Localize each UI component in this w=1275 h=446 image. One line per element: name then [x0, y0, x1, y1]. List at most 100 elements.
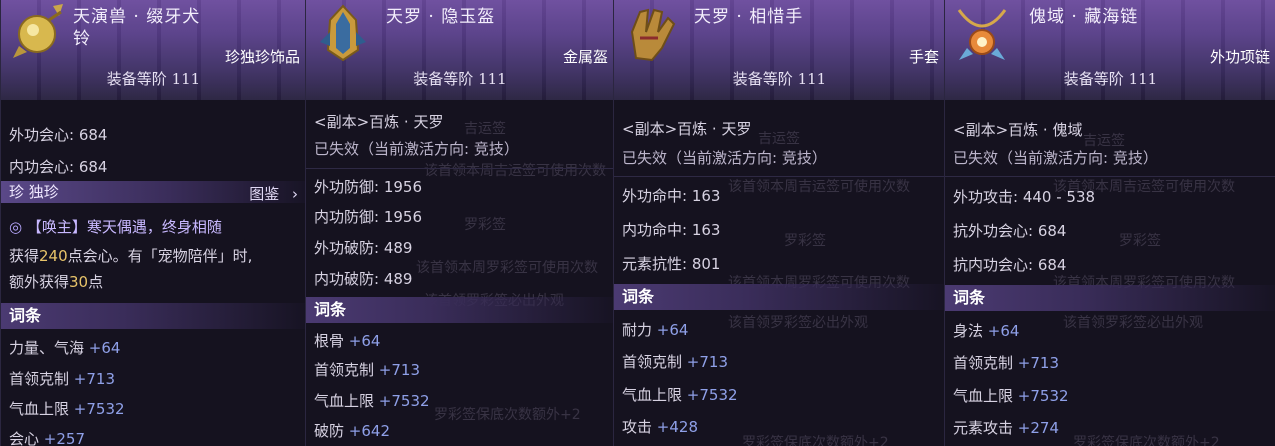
effect-title-line: ◎ 【唤主】寒天偶遇，终身相随 [9, 216, 222, 237]
affix-name: 首领克制 [622, 353, 683, 371]
bg-watermark: 罗彩签 [464, 217, 506, 233]
bg-watermark: 该首领罗彩签必出外观 [728, 315, 868, 331]
stat-line: 抗内功会心: 684 [953, 256, 1067, 274]
affix-row: 力量、气海 +64 [9, 337, 120, 358]
item-tooltip-gloves: 天罗 · 相惜手 手套 装备等阶 111 吉运签 该首领本周吉运签可使用次数 罗… [613, 0, 945, 446]
affix-value: +428 [656, 418, 698, 436]
bg-watermark: 该首领罗彩签必出外观 [1063, 315, 1203, 331]
affix-row: 首领克制 +713 [9, 368, 115, 389]
affix-value: +642 [348, 422, 390, 440]
bg-watermark: 罗彩签保底次数额外+2 [434, 407, 581, 423]
item-name-line2: 铃 [73, 29, 91, 49]
item-type: 手套 [908, 48, 939, 66]
effect-desc-line2: 额外获得30点 [9, 271, 103, 292]
arrow-right-icon: › [292, 185, 298, 203]
effect-title: 【唤主】寒天偶遇，终身相随 [26, 218, 222, 236]
item-name: 天罗 · 相惜手 [694, 7, 804, 27]
affix-value: +7532 [73, 400, 125, 418]
stat-line: 外功破防: 489 [314, 239, 413, 257]
affix-name: 首领克制 [314, 361, 375, 379]
affix-value: +64 [987, 322, 1020, 340]
affix-value: +713 [1017, 354, 1059, 372]
item-type: 珍独珍饰品 [224, 48, 300, 66]
bell-pendant-icon [9, 2, 67, 64]
affix-row: 攻击 +428 [622, 416, 698, 437]
affix-value: +713 [686, 353, 728, 371]
affix-row: 气血上限 +7532 [9, 398, 125, 419]
stat-line: 外功命中: 163 [622, 187, 721, 205]
affix-row: 首领克制 +713 [622, 351, 728, 372]
bg-watermark: 吉运签 [758, 131, 800, 147]
affix-row: 首领克制 +713 [314, 359, 420, 380]
affix-name: 气血上限 [953, 387, 1014, 405]
divider [614, 176, 945, 177]
affix-value: +713 [378, 361, 420, 379]
bg-watermark: 罗彩签保底次数额外+2 [742, 435, 889, 446]
affix-row: 元素攻击 +274 [953, 417, 1059, 438]
affix-name: 破防 [314, 422, 345, 440]
affix-section-title: 词条 [945, 285, 1275, 311]
effect-desc-line1: 获得240点会心。有「宠物陪伴」时, [9, 245, 252, 266]
bg-watermark: 该首领本周罗彩签可使用次数 [416, 260, 598, 276]
stat-line: 内功会心: 684 [9, 158, 108, 176]
item-name: 傀域 · 藏海链 [1029, 7, 1139, 27]
affix-value: +7532 [1017, 387, 1069, 405]
status-line: 已失效（当前激活方向: 竞技） [953, 149, 1158, 167]
item-type: 外功项链 [1209, 48, 1270, 66]
source-line: <副本>百炼 · 天罗 [314, 113, 444, 131]
stat-line: 外功防御: 1956 [314, 178, 422, 196]
affix-value: +713 [73, 370, 115, 388]
affix-row: 气血上限 +7532 [622, 384, 738, 405]
bg-watermark: 吉运签 [464, 121, 506, 137]
affix-name: 根骨 [314, 332, 345, 350]
affix-value: +64 [348, 332, 381, 350]
item-tooltip-helmet: 天罗 · 隐玉盔 金属盔 装备等阶 111 吉运签 该首领本周吉运签可使用次数 … [305, 0, 614, 446]
status-line: 已失效（当前激活方向: 竞技） [622, 149, 827, 167]
stat-line: 外功会心: 684 [9, 126, 108, 144]
equip-level: 装备等阶 111 [732, 70, 827, 88]
affix-value: +274 [1017, 419, 1059, 437]
helmet-icon [314, 2, 372, 64]
affix-row: 耐力 +64 [622, 319, 688, 340]
effect-value: 240 [39, 247, 68, 265]
affix-row: 首领克制 +713 [953, 352, 1059, 373]
equip-level: 装备等阶 111 [1063, 70, 1158, 88]
effect-text: 点会心。有「宠物陪伴」时, [67, 247, 253, 265]
affix-section-title: 词条 [1, 303, 306, 329]
item-type: 金属盔 [562, 48, 608, 66]
item-name: 天罗 · 隐玉盔 [386, 7, 496, 27]
bg-watermark: 罗彩签 [1119, 233, 1161, 249]
affix-value: +257 [43, 430, 85, 446]
affix-row: 气血上限 +7532 [953, 385, 1069, 406]
item-tooltip-necklace: 傀域 · 藏海链 外功项链 装备等阶 111 吉运签 该首领本周吉运签可使用次数… [944, 0, 1275, 446]
affix-row: 破防 +642 [314, 420, 390, 441]
affix-name: 首领克制 [9, 370, 70, 388]
affix-name: 攻击 [622, 418, 653, 436]
affix-name: 耐力 [622, 321, 653, 339]
tujian-link[interactable]: 图鉴 › [249, 183, 298, 204]
affix-row: 气血上限 +7532 [314, 390, 430, 411]
affix-value: +7532 [378, 392, 430, 410]
necklace-icon [953, 2, 1011, 64]
status-line: 已失效（当前激活方向: 竞技） [314, 140, 519, 158]
affix-value: +7532 [686, 386, 738, 404]
affix-name: 力量、气海 [9, 339, 85, 357]
divider [945, 176, 1275, 177]
equip-level: 装备等阶 111 [106, 70, 201, 88]
effect-text: 额外获得 [9, 273, 70, 291]
affix-name: 气血上限 [622, 386, 683, 404]
effect-value: 30 [69, 273, 89, 291]
bg-watermark: 该首领本周吉运签可使用次数 [424, 163, 606, 179]
bg-watermark: 罗彩签保底次数额外+2 [1073, 435, 1220, 446]
affix-name: 元素攻击 [953, 419, 1014, 437]
swirl-icon: ◎ [9, 218, 23, 236]
stat-line: 内功防御: 1956 [314, 208, 422, 226]
stat-line: 外功攻击: 440 - 538 [953, 188, 1096, 206]
affix-name: 会心 [9, 430, 40, 446]
affix-row: 身法 +64 [953, 320, 1019, 341]
divider [306, 168, 614, 169]
glove-icon [622, 2, 680, 64]
affix-name: 身法 [953, 322, 984, 340]
bg-watermark: 罗彩签 [784, 233, 826, 249]
affix-name: 气血上限 [9, 400, 70, 418]
